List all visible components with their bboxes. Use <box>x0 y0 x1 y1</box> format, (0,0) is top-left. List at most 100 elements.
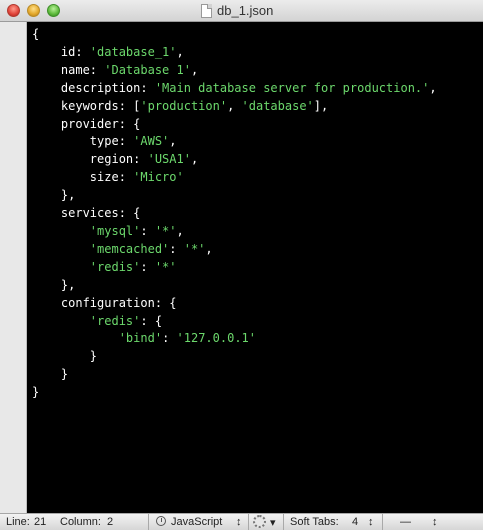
language-popup-arrow[interactable]: ↕ <box>236 516 242 528</box>
code-token: , <box>205 241 213 256</box>
code-token: } <box>32 367 69 382</box>
soft-tabs-label[interactable]: Soft Tabs: <box>290 516 339 528</box>
zoom-button[interactable] <box>47 4 60 17</box>
code-token: } <box>32 385 40 400</box>
code-token: services: { <box>32 206 141 221</box>
code-token: , <box>190 62 199 77</box>
code-token: , <box>176 44 184 59</box>
string-token: 'AWS' <box>133 134 170 149</box>
string-token: 'memcached' <box>89 241 170 256</box>
code-token: provider: { <box>32 116 141 131</box>
code-line[interactable]: } <box>32 385 39 399</box>
minimize-button[interactable] <box>27 4 40 17</box>
code-line[interactable]: provider: { <box>32 117 140 131</box>
code-line[interactable]: }, <box>32 188 75 202</box>
gear-menu-arrow[interactable]: ▾ <box>270 516 276 529</box>
string-token: 'Micro' <box>133 170 184 185</box>
line-label: Line: <box>6 516 30 528</box>
string-token: 'redis' <box>89 259 141 274</box>
string-token: 'production' <box>140 98 228 113</box>
string-token: 'Main database server for production.' <box>154 80 430 95</box>
symbol-popup[interactable]: — <box>400 516 411 528</box>
code-token: { <box>32 27 40 41</box>
code-line[interactable]: region: 'USA1', <box>32 152 198 166</box>
string-token: 'USA1' <box>147 152 191 167</box>
string-token: '127.0.0.1' <box>176 331 256 346</box>
code-line[interactable]: id: 'database_1', <box>32 45 184 59</box>
line-number: 21 <box>34 516 47 528</box>
code-line[interactable]: keywords: ['production', 'database'], <box>32 99 328 113</box>
line-gutter[interactable] <box>0 22 27 513</box>
code-line[interactable]: } <box>32 367 68 381</box>
string-token: 'bind' <box>118 331 163 346</box>
code-token: size: <box>32 170 134 185</box>
status-bar: Line: 21 Column: 2 JavaScript ↕ ▾ Soft T… <box>0 513 483 530</box>
code-line[interactable]: 'mysql': '*', <box>32 224 184 238</box>
code-token: id: <box>32 44 90 59</box>
code-token: , <box>227 98 242 113</box>
code-token: , <box>169 134 177 149</box>
string-token: 'mysql' <box>89 223 141 238</box>
clock-icon <box>156 516 166 526</box>
code-line[interactable]: 'memcached': '*', <box>32 242 213 256</box>
code-token: } <box>32 349 98 364</box>
code-token: ], <box>313 98 329 113</box>
code-line[interactable]: 'redis': '*' <box>32 260 177 274</box>
code-line[interactable]: 'redis': { <box>32 314 162 328</box>
code-token: : <box>162 331 177 346</box>
string-token: '*' <box>154 223 177 238</box>
code-token: name: <box>32 62 105 77</box>
code-token: : { <box>140 313 163 328</box>
text-editor-window: db_1.json { id: 'database_1', name: 'Dat… <box>0 0 483 530</box>
string-token: '*' <box>154 259 177 274</box>
gear-icon[interactable] <box>253 515 266 528</box>
status-divider <box>283 514 284 530</box>
code-text[interactable]: { id: 'database_1', name: 'Database 1', … <box>32 26 437 402</box>
code-token: region: <box>32 152 148 167</box>
code-token: }, <box>32 188 76 203</box>
window-title: db_1.json <box>217 3 274 18</box>
tab-size-value[interactable]: 4 <box>352 516 358 528</box>
string-token: 'redis' <box>89 313 141 328</box>
code-token: : <box>140 259 155 274</box>
close-button[interactable] <box>7 4 20 17</box>
code-line[interactable]: services: { <box>32 206 140 220</box>
language-popup[interactable]: JavaScript <box>171 516 222 528</box>
code-editor[interactable]: { id: 'database_1', name: 'Database 1', … <box>28 22 483 513</box>
code-line[interactable]: size: 'Micro' <box>32 170 184 184</box>
code-line[interactable]: { <box>32 27 39 41</box>
status-divider <box>382 514 383 530</box>
code-token: , <box>176 223 184 238</box>
code-token: type: <box>32 134 134 149</box>
code-line[interactable]: configuration: { <box>32 296 177 310</box>
code-line[interactable]: type: 'AWS', <box>32 134 177 148</box>
code-token: : <box>140 223 155 238</box>
code-token: : <box>169 241 184 256</box>
code-line[interactable]: name: 'Database 1', <box>32 63 198 77</box>
column-number: 2 <box>107 516 114 528</box>
status-divider <box>148 514 149 530</box>
code-token: , <box>190 152 199 167</box>
code-line[interactable]: description: 'Main database server for p… <box>32 81 437 95</box>
code-token: , <box>429 80 437 95</box>
document-icon[interactable] <box>201 4 212 18</box>
tab-size-arrow[interactable]: ↕ <box>368 516 374 528</box>
code-token: configuration: { <box>32 295 177 310</box>
code-line[interactable]: 'bind': '127.0.0.1' <box>32 331 256 345</box>
string-token: '*' <box>183 241 206 256</box>
column-label: Column: <box>60 516 101 528</box>
title-bar[interactable]: db_1.json <box>0 0 483 22</box>
code-token: description: <box>32 80 155 95</box>
string-token: 'database' <box>241 98 314 113</box>
code-line[interactable]: }, <box>32 278 75 292</box>
code-token: keywords: [ <box>32 98 141 113</box>
string-token: 'database_1' <box>89 44 177 59</box>
string-token: 'Database 1' <box>104 62 191 77</box>
code-line[interactable]: } <box>32 349 97 363</box>
symbol-popup-arrow[interactable]: ↕ <box>432 516 438 528</box>
